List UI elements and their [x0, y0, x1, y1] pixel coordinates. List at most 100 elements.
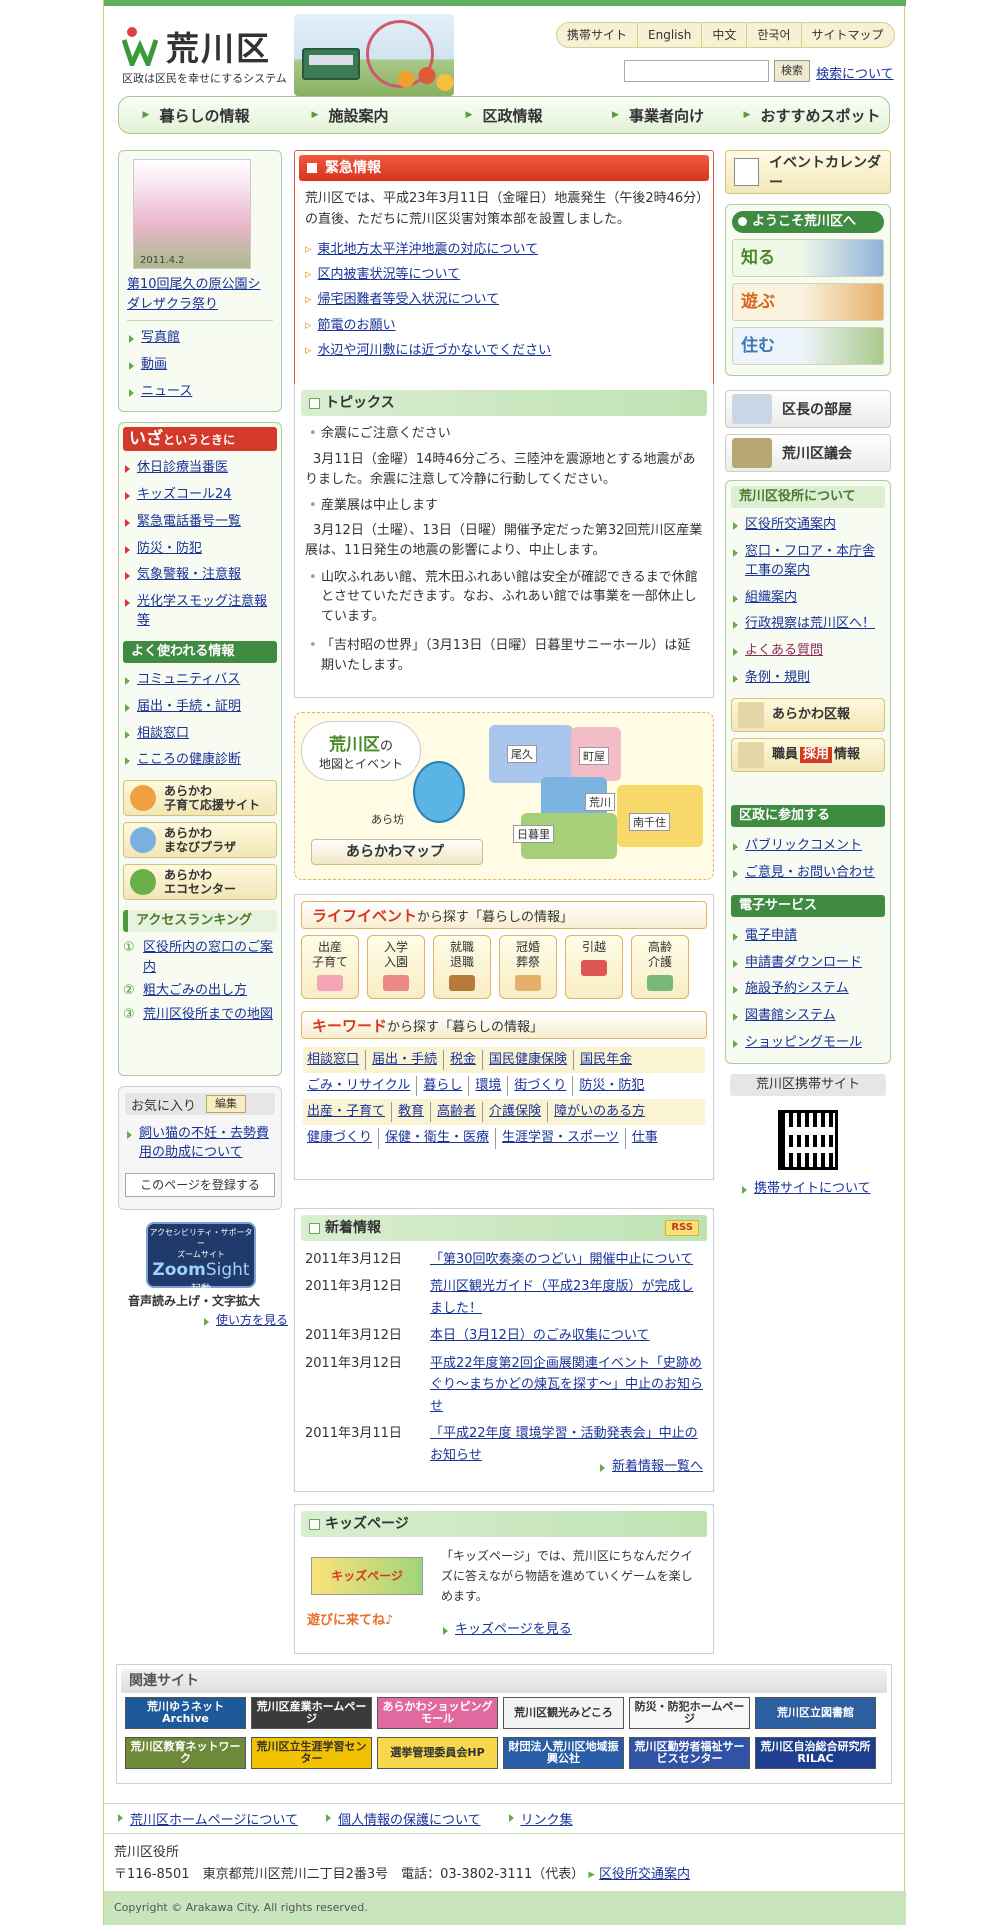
news-link[interactable]: 平成22年度第2回企画展関連イベント「史跡めぐり～まちかどの煉瓦を探す～」中止の… [430, 1353, 703, 1417]
life-moving-button[interactable]: 引越 [565, 935, 623, 999]
office-access-link[interactable]: 区役所交通案内 [731, 512, 885, 539]
search-input[interactable] [624, 60, 769, 82]
keyword-link[interactable]: 出産・子育て [307, 1102, 393, 1123]
video-link[interactable]: 動画 [127, 352, 273, 379]
footer-link-privacy-text[interactable]: 個人情報の保護について [338, 1813, 481, 1828]
keyword-link[interactable]: 暮らし [423, 1076, 470, 1097]
util-link-chinese[interactable]: 中文 [702, 23, 748, 47]
banner-education[interactable]: 荒川区教育ネットワーク [125, 1737, 246, 1769]
ranking-link-1[interactable]: 区役所内の窓口のご案内 [143, 938, 277, 977]
disaster-prevention-link[interactable]: 防災・防犯 [123, 536, 277, 563]
keyword-link[interactable]: 保健・衛生・医療 [385, 1128, 497, 1149]
banner-promotion[interactable]: 財団法人荒川区地域振興公社 [503, 1737, 624, 1769]
keyword-link[interactable]: 税金 [450, 1050, 484, 1071]
public-comment-link[interactable]: パブリックコメント [731, 833, 885, 860]
gnav-spots[interactable]: おすすめスポット [735, 97, 889, 133]
news-link[interactable]: 荒川区観光ガイド（平成23年度版）が完成しました！ [430, 1276, 703, 1319]
rss-icon[interactable]: RSS [665, 1220, 699, 1236]
koho-button[interactable]: あらかわ区報 [731, 697, 885, 732]
banner-shopping[interactable]: あらかわショッピングモール [377, 1697, 498, 1729]
add-favorite-button[interactable]: このページを登録する [125, 1172, 275, 1197]
procedures-link[interactable]: 届出・手続・証明 [123, 694, 277, 721]
banner-tourism[interactable]: 荒川区観光みどころ [503, 1697, 624, 1729]
e-application-link[interactable]: 電子申請 [731, 923, 885, 950]
util-link-sitemap[interactable]: サイトマップ [802, 23, 894, 47]
favorite-item-link[interactable]: 飼い猫の不妊・去勢費用の助成について [125, 1121, 275, 1167]
footer-link-links-text[interactable]: リンク集 [521, 1813, 573, 1828]
organization-link[interactable]: 組織案内 [731, 585, 885, 612]
ordinance-link[interactable]: 条例・規則 [731, 665, 885, 692]
life-birth-button[interactable]: 出産 子育て [301, 935, 359, 999]
life-school-button[interactable]: 入学 入園 [367, 935, 425, 999]
gnav-government[interactable]: 区政情報 [427, 97, 581, 133]
keyword-link[interactable]: 生涯学習・スポーツ [502, 1128, 626, 1149]
sakura-festival-poster[interactable]: 2011.4.2 [133, 159, 251, 269]
gnav-facilities[interactable]: 施設案内 [273, 97, 427, 133]
keyword-link[interactable]: 環境 [475, 1076, 509, 1097]
kids-call-link[interactable]: キッズコール24 [123, 482, 277, 509]
emergency-link-5[interactable]: 水辺や河川敷には近づかないでください [318, 343, 552, 358]
banner-bousai[interactable]: 防災・防犯ホームページ [629, 1697, 750, 1729]
welcome-live-button[interactable]: 住む [732, 327, 884, 365]
banner-election[interactable]: 選挙管理委員会HP [377, 1737, 498, 1769]
keyword-link[interactable]: 国民健康保険 [489, 1050, 575, 1071]
ranking-link-3[interactable]: 荒川区役所までの地図 [143, 1005, 273, 1025]
life-elderly-button[interactable]: 高齢 介護 [631, 935, 689, 999]
life-ceremony-button[interactable]: 冠婚 葬祭 [499, 935, 557, 999]
area-map-panel[interactable]: 荒川区の 地図とイベント あら坊 あらかわマップ 尾久 町屋 荒川 日暮里 南千… [294, 712, 714, 880]
smog-warning-link[interactable]: 光化学スモッグ注意報等 [123, 589, 277, 635]
welcome-play-button[interactable]: 遊ぶ [732, 283, 884, 321]
mental-health-link[interactable]: こころの健康診断 [123, 747, 277, 774]
office-floor-link[interactable]: 窓口・フロア・本庁舎工事の案内 [731, 539, 885, 585]
holiday-clinic-link[interactable]: 休日診療当番医 [123, 455, 277, 482]
inquiry-link[interactable]: ご意見・お問い合わせ [731, 860, 885, 887]
emergency-link-2[interactable]: 区内被害状況等について [318, 267, 461, 282]
eco-center-button[interactable]: あらかわ エコセンター [123, 864, 277, 901]
consultation-link[interactable]: 相談窓口 [123, 721, 277, 748]
zoomsight-button[interactable]: アクセシビリティ・サポーター ズームサイト ZoomSight 起動 [146, 1222, 256, 1295]
emergency-link-3[interactable]: 帰宅困難者等受入状況について [318, 292, 500, 307]
welcome-know-button[interactable]: 知る [732, 239, 884, 277]
keyword-link[interactable]: 高齢者 [437, 1102, 484, 1123]
recruit-button[interactable]: 職員 採用 情報 [731, 737, 885, 772]
keyword-link[interactable]: 街づくり [514, 1076, 574, 1097]
keyword-link[interactable]: 相談窓口 [307, 1050, 367, 1071]
faq-link[interactable]: よくある質問 [731, 638, 885, 665]
favorites-edit-button[interactable]: 編集 [206, 1095, 247, 1113]
emergency-phone-link[interactable]: 緊急電話番号一覧 [123, 509, 277, 536]
shopping-mall-link[interactable]: ショッピングモール [731, 1030, 885, 1057]
news-link[interactable]: 本日（3月12日）のごみ収集について [430, 1325, 649, 1346]
keyword-link[interactable]: 防災・防犯 [579, 1076, 650, 1096]
keyword-link[interactable]: 介護保険 [489, 1102, 549, 1123]
banner-library[interactable]: 荒川区立図書館 [755, 1697, 876, 1729]
emergency-link-1[interactable]: 東北地方太平洋沖地震の対応について [318, 242, 539, 257]
banner-rilac[interactable]: 荒川区自治総合研究所RILAC [755, 1737, 876, 1769]
mobile-site-link[interactable]: 携帯サイトについて [740, 1176, 871, 1203]
site-logo[interactable]: 荒川区 区政は区民を幸せにするシステム [122, 22, 290, 88]
keyword-link[interactable]: ごみ・リサイクル [307, 1076, 418, 1097]
keyword-link[interactable]: 届出・手続 [372, 1050, 445, 1071]
emergency-link-4[interactable]: 節電のお願い [318, 318, 396, 333]
keyword-link[interactable]: 国民年金 [580, 1050, 638, 1070]
gnav-business[interactable]: 事業者向け [581, 97, 735, 133]
keyword-link[interactable]: 健康づくり [307, 1128, 380, 1149]
mayor-room-button[interactable]: 区長の部屋 [725, 390, 891, 428]
banner-learning-center[interactable]: 荒川区立生涯学習センター [251, 1737, 372, 1769]
council-button[interactable]: 荒川区議会 [725, 434, 891, 472]
search-help-link[interactable]: 検索について [816, 63, 894, 82]
form-download-link[interactable]: 申請書ダウンロード [731, 950, 885, 977]
zoomsight-help-link[interactable]: 使い方を見る [202, 1308, 288, 1333]
footer-link-privacy[interactable]: 個人情報の保護について [325, 1809, 481, 1828]
life-job-button[interactable]: 就職 退職 [433, 935, 491, 999]
util-link-english[interactable]: English [638, 23, 703, 47]
news-link[interactable]: ニュース [127, 379, 273, 406]
weather-warning-link[interactable]: 気象警報・注意報 [123, 562, 277, 589]
keyword-link[interactable]: 仕事 [632, 1128, 664, 1148]
keyword-link[interactable]: 障がいのある方 [554, 1102, 651, 1122]
banner-yunet[interactable]: 荒川ゆうネットArchive [125, 1697, 246, 1729]
news-more-link[interactable]: 新着情報一覧へ [598, 1454, 703, 1481]
inspection-link[interactable]: 行政視察は荒川区へ！ [731, 611, 885, 638]
keyword-link[interactable]: 教育 [398, 1102, 432, 1123]
event-calendar-button[interactable]: イベントカレンダー [725, 150, 891, 194]
search-button[interactable]: 検索 [774, 60, 810, 82]
